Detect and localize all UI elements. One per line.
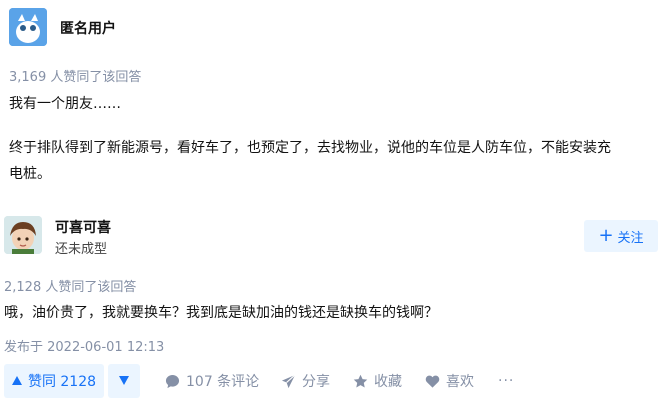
share-button[interactable]: 分享 [281,364,330,398]
answer-paragraph: 我有一个朋友…… [9,96,121,112]
heart-icon [425,374,440,389]
star-icon [353,374,368,389]
author-name[interactable]: 可喜可喜 [55,217,111,237]
share-label: 分享 [302,374,330,390]
triangle-up-icon [11,373,22,389]
anonymous-avatar[interactable] [9,8,47,46]
collect-button[interactable]: 收藏 [353,364,402,398]
follow-button[interactable]: + 关注 [584,220,658,252]
vote-up-label: 赞同 2128 [27,374,97,390]
more-icon: ··· [498,373,515,389]
answer-content: 哦，油价贵了，我就要换车？我到底是缺加油的钱还是缺换车的钱啊？ [4,305,438,321]
like-label: 喜欢 [446,374,474,390]
user-avatar[interactable] [4,216,42,254]
answer-paragraph: 终于排队得到了新能源号，看好车了，也预定了，去找物业，说他的车位是人防车位，不能… [9,140,611,156]
share-icon [281,374,296,389]
plus-icon: + [598,225,614,246]
author-name[interactable]: 匿名用户 [60,18,116,38]
triangle-down-icon [119,374,129,388]
comments-button[interactable]: 107 条评论 [165,364,259,398]
more-options-button[interactable]: ··· [498,364,514,398]
vote-count-text: 2,128 人赞同了该回答 [4,280,137,295]
answer-paragraph: 电桩。 [9,166,51,182]
follow-label: 关注 [617,230,644,246]
vote-down-button[interactable] [108,364,140,398]
vote-count-text: 3,169 人赞同了该回答 [9,70,142,85]
like-button[interactable]: 喜欢 [425,364,474,398]
collect-label: 收藏 [374,374,402,390]
comment-icon [165,374,180,389]
publish-time: 发布于 2022-06-01 12:13 [4,340,165,355]
author-headline: 还未成型 [55,242,108,257]
comments-label: 107 条评论 [186,374,260,390]
vote-up-button[interactable]: 赞同 2128 [4,364,104,398]
